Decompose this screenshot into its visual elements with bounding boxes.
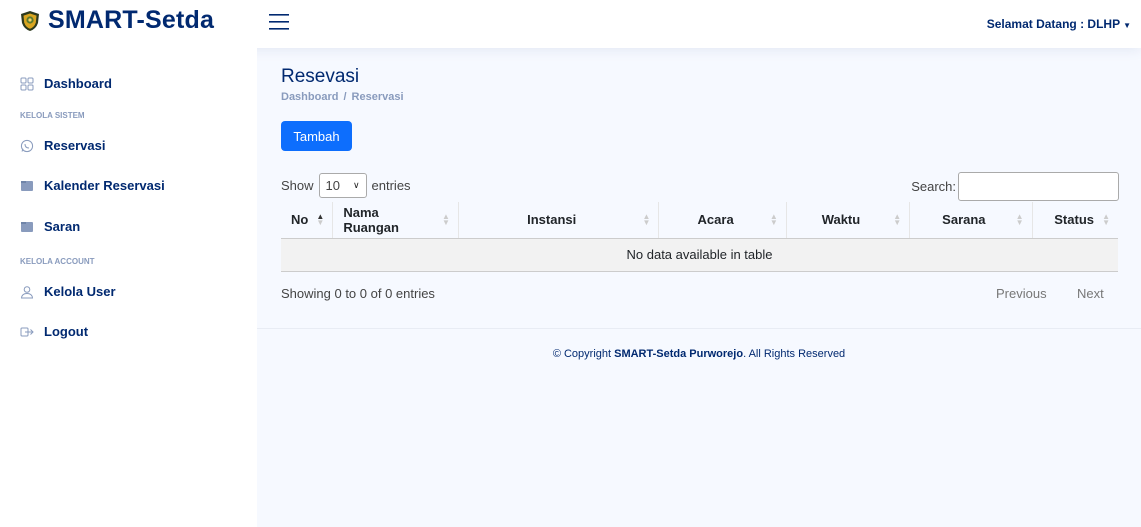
sort-icon: ▲ ▼ (769, 212, 778, 227)
column-header-label: Status (1054, 212, 1094, 228)
entries-select[interactable]: 10 ∨ (318, 173, 367, 198)
copyright-prefix: © Copyright (552, 348, 615, 360)
column-header-waktu[interactable]: Waktu ▲ ▼ (785, 202, 910, 239)
breadcrumb: Dashboard / Reservasi (281, 91, 404, 103)
breadcrumb-home-link[interactable]: Dashboard (281, 91, 338, 103)
whatsapp-icon (20, 139, 34, 152)
add-button[interactable]: Tambah (281, 121, 352, 151)
table-row: No data available in table (281, 238, 1118, 272)
column-header-acara[interactable]: Acara ▲ ▼ (658, 202, 787, 239)
sidebar-item-label: Kalender Reservasi (44, 178, 165, 193)
sidebar-item-label: Reservasi (44, 138, 106, 153)
user-dropdown-toggle[interactable]: Selamat Datang : DLHP ▼ (987, 17, 1131, 31)
grid-icon (20, 77, 34, 90)
sidebar-item-label: Logout (44, 324, 89, 339)
column-header-label: No (291, 212, 309, 228)
entries-label: entries (371, 178, 411, 193)
table-info: Showing 0 to 0 of 0 entries (281, 286, 435, 301)
column-header-label: Acara (697, 212, 734, 228)
user-greeting-label: Selamat Datang : DLHP (986, 17, 1121, 31)
sort-icon: ▲ ▼ (1015, 212, 1024, 227)
entries-select-value: 10 (325, 178, 340, 193)
sort-icon: ▲ ▼ (441, 212, 450, 227)
column-header-label: Instansi (527, 212, 577, 228)
sort-icon: ▲ ▼ (893, 212, 902, 227)
length-control: Show 10 ∨ entries (281, 173, 411, 198)
top-header: SMART-Setda Selamat Datang : DLHP ▼ (0, 0, 1141, 48)
table-header-row: No ▲ ▼ Nama Ruangan ▲ ▼ Instansi ▲ ▼ Acara … (281, 202, 1118, 239)
search-input[interactable] (958, 172, 1119, 201)
sidebar-item-saran[interactable]: Saran (20, 219, 80, 234)
shield-emblem-icon (21, 10, 39, 31)
show-label: Show (281, 178, 314, 193)
column-header-instansi[interactable]: Instansi ▲ ▼ (457, 202, 659, 239)
logout-icon (20, 327, 34, 336)
sidebar-item-reservasi[interactable]: Reservasi (20, 138, 105, 153)
column-header-nama-ruangan[interactable]: Nama Ruangan ▲ ▼ (332, 202, 459, 239)
chevron-down-icon: ∨ (352, 180, 360, 190)
breadcrumb-current: Reservasi (351, 91, 404, 103)
sidebar-item-logout[interactable]: Logout (20, 324, 88, 339)
column-header-sarana[interactable]: Sarana ▲ ▼ (909, 202, 1033, 239)
sidebar-item-kalender-reservasi[interactable]: Kalender Reservasi (20, 178, 165, 193)
sort-icon: ▲ ▼ (1102, 212, 1110, 227)
copyright-brand: SMART-Setda Purworejo (614, 348, 744, 360)
column-header-label: Nama Ruangan (343, 204, 399, 235)
sort-icon: ▲ ▼ (642, 212, 651, 227)
sidebar-item-dashboard[interactable]: Dashboard (20, 76, 112, 91)
copyright-suffix: . All Rights Reserved (743, 348, 846, 360)
folder-icon (21, 180, 33, 191)
user-icon (20, 285, 34, 298)
search-label: Search: (911, 179, 956, 194)
folder-icon (21, 221, 33, 232)
column-header-label: Sarana (942, 212, 986, 228)
sidebar-item-label: Dashboard (44, 76, 112, 91)
sort-icon: ▲ ▼ (316, 212, 325, 227)
copyright-text: © Copyright SMART-Setda Purworejo. All R… (257, 348, 1141, 360)
sidebar-item-kelola-user[interactable]: Kelola User (20, 284, 116, 299)
empty-table-message: No data available in table (281, 238, 1118, 272)
breadcrumb-separator: / (343, 91, 347, 103)
footer: © Copyright SMART-Setda Purworejo. All R… (257, 328, 1141, 527)
column-header-status[interactable]: Status ▲ ▼ (1031, 202, 1118, 239)
search-control: Search: (911, 172, 1119, 201)
sidebar: Dashboard KELOLA SISTEM Reservasi Kalend… (0, 48, 257, 527)
reservasi-table: No ▲ ▼ Nama Ruangan ▲ ▼ Instansi ▲ ▼ Acara … (281, 202, 1118, 272)
column-header-no[interactable]: No ▲ ▼ (281, 202, 333, 239)
brand-name: SMART-Setda (48, 6, 215, 34)
sidebar-item-label: Saran (44, 219, 81, 234)
caret-down-icon: ▼ (1123, 21, 1131, 30)
column-header-label: Waktu (821, 212, 861, 228)
previous-page-button[interactable]: Previous (996, 286, 1047, 301)
sidebar-heading-sistem: KELOLA SISTEM (20, 111, 85, 120)
brand-logo[interactable]: SMART-Setda (20, 6, 214, 35)
sidebar-item-label: Kelola User (44, 284, 116, 299)
next-page-button[interactable]: Next (1077, 286, 1104, 301)
page-title: Resevasi (281, 66, 360, 87)
sidebar-heading-account: KELOLA ACCOUNT (20, 257, 95, 266)
hamburger-menu-icon[interactable] (269, 13, 289, 31)
